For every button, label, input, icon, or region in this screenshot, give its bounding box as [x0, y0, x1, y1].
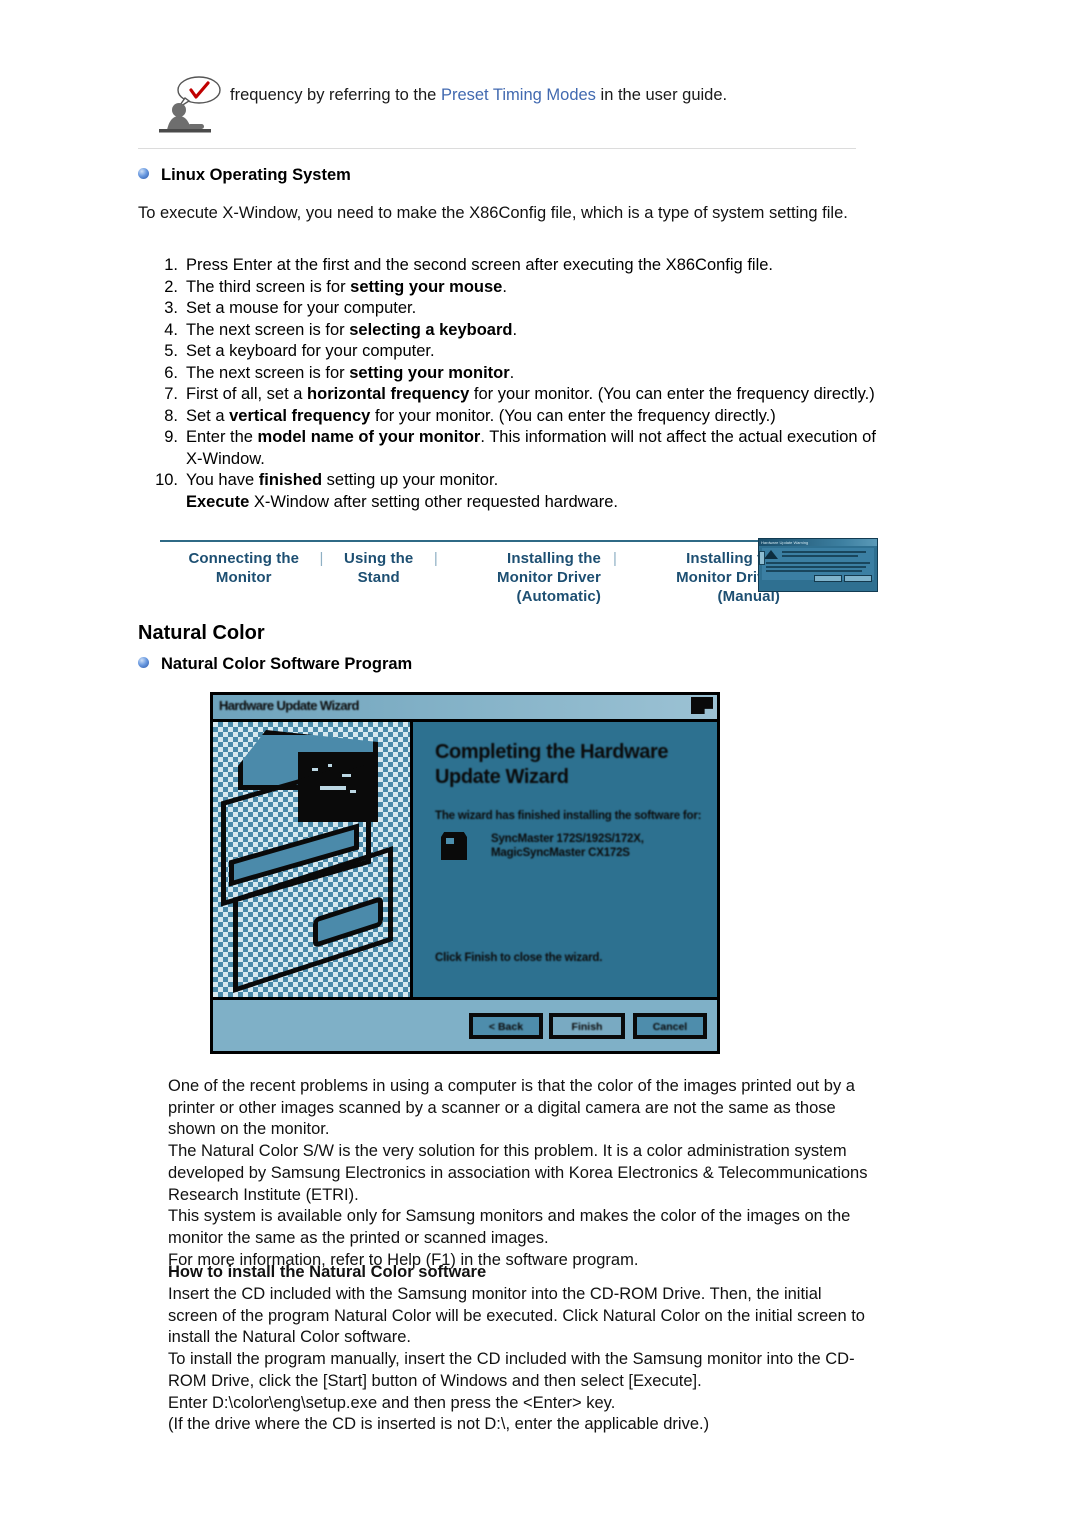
- thumbnail-text-line: [766, 566, 866, 568]
- linux-step-text: The next screen is for selecting a keybo…: [186, 320, 518, 339]
- linux-step-text: The next screen is for setting your moni…: [186, 363, 515, 382]
- nav-links-container: Connecting the Monitor | Using the Stand | I…: [170, 549, 790, 606]
- thumbnail-text-line: [766, 570, 862, 572]
- linux-step-number: 9.: [164, 428, 178, 446]
- linux-step-number: 8.: [164, 406, 178, 425]
- linux-step-text: Set a keyboard for your computer.: [186, 342, 435, 360]
- linux-step-item: 2. The third screen is for setting your m…: [148, 277, 888, 299]
- thumbnail-text-line: [766, 562, 870, 564]
- body-paragraph: The Natural Color S/W is the very soluti…: [168, 1142, 868, 1204]
- preset-timing-modes-link[interactable]: Preset Timing Modes: [441, 86, 596, 104]
- bullet-dot-icon: [138, 657, 149, 668]
- wizard-cancel-button[interactable]: Cancel: [633, 1013, 707, 1039]
- wizard-finish-button[interactable]: Finish: [549, 1013, 625, 1039]
- linux-step-number: 10.: [155, 471, 178, 489]
- thumbnail-title-text: Hardware Update Warning: [761, 539, 809, 545]
- monitor-driver-dialog-thumbnail[interactable]: Hardware Update Warning: [758, 538, 878, 592]
- wizard-heading: Completing the Hardware Update Wizard: [435, 741, 669, 788]
- nav-separator: |: [319, 550, 324, 567]
- linux-step-subline: Execute X-Window after setting other req…: [186, 492, 618, 511]
- page-navigation-strip: Connecting the Monitor | Using the Stand | I…: [160, 538, 878, 605]
- body-paragraph: Enter D:\color\eng\setup.exe and then pr…: [168, 1393, 616, 1412]
- linux-step-item: 5. Set a keyboard for your computer.: [148, 341, 888, 363]
- linux-step-text: Press Enter at the first and the second …: [186, 256, 773, 274]
- linux-step-item: 7. First of all, set a horizontal frequen…: [148, 384, 888, 406]
- linux-step-text: First of all, set a horizontal frequency…: [186, 385, 875, 403]
- wizard-title-text: Hardware Update Wizard: [219, 698, 359, 713]
- body-paragraph: Insert the CD included with the Samsung …: [168, 1285, 865, 1347]
- device-icon-highlight: [446, 838, 454, 844]
- thumbnail-scrollbar[interactable]: [759, 551, 765, 565]
- linux-step-item: 1. Press Enter at the first and the secon…: [148, 255, 888, 277]
- linux-step-item: 9. Enter the model name of your monitor. …: [148, 427, 888, 470]
- linux-step-text: Set a mouse for your computer.: [186, 299, 417, 317]
- device-icon: [441, 832, 467, 860]
- nav-separator: |: [612, 550, 617, 567]
- natural-color-program-heading: Natural Color Software Program: [138, 655, 412, 674]
- natural-color-description: One of the recent problems in using a co…: [168, 1076, 868, 1271]
- linux-step-number: 4.: [164, 320, 178, 339]
- linux-intro-paragraph: To execute X-Window, you need to make th…: [138, 204, 848, 222]
- nav-link[interactable]: Using the Stand: [325, 549, 432, 587]
- linux-step-text: Enter the model name of your monitor. Th…: [186, 428, 876, 468]
- tip-note-row: frequency by referring to the Preset Tim…: [155, 70, 895, 142]
- linux-steps-list: 1. Press Enter at the first and the secon…: [148, 255, 888, 513]
- tip-text-after: in the user guide.: [595, 86, 728, 104]
- wizard-subtext: The wizard has finished installing the s…: [435, 810, 702, 822]
- wizard-back-button-label: < Back: [488, 1021, 524, 1033]
- warning-triangle-icon: [764, 550, 778, 559]
- wizard-back-button[interactable]: < Back: [469, 1013, 543, 1039]
- thumbnail-button[interactable]: [814, 575, 842, 582]
- body-paragraph: (If the drive where the CD is inserted i…: [168, 1415, 710, 1434]
- thumbnail-body: [762, 548, 874, 582]
- linux-os-heading-label: Linux Operating System: [161, 166, 351, 184]
- natural-color-program-label: Natural Color Software Program: [161, 655, 413, 673]
- close-icon[interactable]: [691, 697, 713, 714]
- thumbnail-text-line: [782, 555, 858, 557]
- linux-step-number: 3.: [164, 299, 178, 317]
- body-paragraph: One of the recent problems in using a co…: [168, 1077, 855, 1139]
- linux-step-text: Set a vertical frequency for your monito…: [186, 406, 776, 425]
- tip-person-icon: [155, 72, 225, 138]
- wizard-finish-button-label: Finish: [571, 1021, 603, 1033]
- page-title: Natural Color: [138, 622, 265, 644]
- nav-separator: |: [433, 550, 438, 567]
- thumbnail-text-line: [782, 551, 866, 553]
- linux-step-number: 7.: [164, 385, 178, 403]
- wizard-illustration-panel: [213, 722, 413, 997]
- install-heading: How to install the Natural Color softwar…: [168, 1263, 487, 1281]
- linux-step-text: The third screen is for setting your mou…: [186, 277, 507, 296]
- document-page: frequency by referring to the Preset Tim…: [0, 0, 1080, 1528]
- linux-step-number: 1.: [164, 256, 178, 274]
- linux-os-heading: Linux Operating System: [138, 166, 351, 185]
- thumbnail-titlebar: Hardware Update Warning: [759, 539, 877, 546]
- nav-rule: [160, 540, 792, 542]
- wizard-button-bar: < Back Finish Cancel: [213, 997, 717, 1051]
- linux-step-item: 8. Set a vertical frequency for your moni…: [148, 406, 888, 428]
- wizard-device-name: SyncMaster 172S/192S/172X, MagicSyncMast…: [491, 833, 644, 859]
- tip-note-text: frequency by referring to the Preset Tim…: [230, 84, 890, 106]
- wizard-titlebar: Hardware Update Wizard: [213, 695, 717, 722]
- linux-step-number: 6.: [164, 363, 178, 382]
- hardware-update-wizard-screenshot: Hardware Update Wizard Completing the Ha…: [210, 692, 720, 1054]
- wizard-content-panel: Completing the Hardware Update Wizard Th…: [413, 722, 717, 997]
- nav-link[interactable]: Installing the Monitor Driver (Automatic…: [440, 549, 611, 606]
- linux-step-item: 4. The next screen is for selecting a key…: [148, 320, 888, 342]
- linux-step-text: You have finished setting up your monito…: [186, 471, 499, 489]
- install-instructions: Insert the CD included with the Samsung …: [168, 1284, 868, 1436]
- nav-link[interactable]: Connecting the Monitor: [170, 549, 318, 587]
- linux-step-item: 3. Set a mouse for your computer.: [148, 298, 888, 320]
- linux-step-item: 10. You have finished setting up your mon…: [148, 470, 888, 492]
- body-paragraph: To install the program manually, insert …: [168, 1350, 855, 1390]
- wizard-cancel-button-label: Cancel: [652, 1021, 688, 1033]
- body-paragraph: This system is available only for Samsun…: [168, 1207, 851, 1247]
- linux-step-number: 2.: [164, 277, 178, 296]
- wizard-footer-note: Click Finish to close the wizard.: [435, 952, 603, 964]
- tip-text-before: frequency by referring to the: [230, 86, 441, 104]
- bullet-dot-icon: [138, 168, 149, 179]
- section-divider: [138, 148, 856, 149]
- linux-step-number: 5.: [164, 342, 178, 360]
- linux-step-item: 6. The next screen is for setting your mo…: [148, 363, 888, 385]
- thumbnail-button[interactable]: [844, 575, 872, 582]
